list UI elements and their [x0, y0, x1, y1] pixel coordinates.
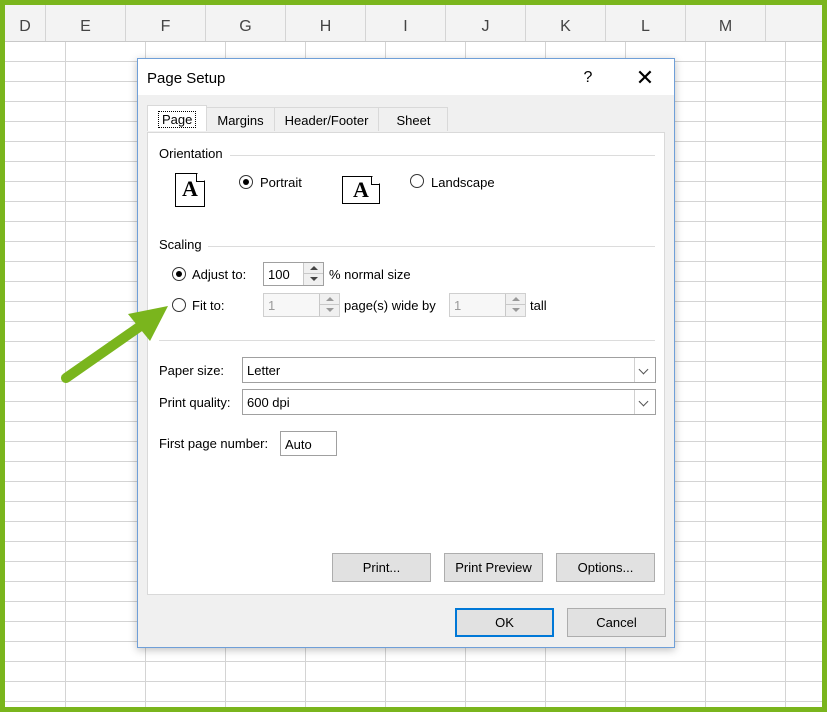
title-bar[interactable]: Page Setup ? ✕	[138, 59, 674, 95]
fit-tall-spin-arrows	[505, 294, 525, 316]
options-button[interactable]: Options...	[556, 553, 655, 582]
tab-margins[interactable]: Margins	[206, 107, 275, 131]
scaling-group-label: Scaling	[159, 237, 202, 252]
landscape-label[interactable]: Landscape	[431, 175, 495, 190]
scaling-bottom-divider	[159, 340, 655, 341]
tall-label: tall	[530, 298, 547, 313]
portrait-radio[interactable]	[239, 175, 253, 189]
chevron-down-icon[interactable]	[634, 390, 655, 414]
column-header-g[interactable]: G	[206, 5, 286, 41]
portrait-page-icon: A	[175, 173, 205, 207]
orientation-group-label: Orientation	[159, 146, 223, 161]
print-preview-button[interactable]: Print Preview	[444, 553, 543, 582]
spin-down-icon[interactable]	[304, 274, 323, 285]
dialog-title: Page Setup	[147, 70, 226, 87]
column-headers: D E F G H I J K L M	[5, 5, 822, 42]
adjust-to-spin-arrows	[303, 263, 323, 285]
tab-sheet[interactable]: Sheet	[378, 107, 449, 131]
first-page-number-input[interactable]: Auto	[280, 431, 337, 456]
pages-wide-by-label: page(s) wide by	[344, 298, 436, 313]
column-header-l[interactable]: L	[606, 5, 686, 41]
print-quality-label: Print quality:	[159, 395, 231, 410]
first-page-number-value: Auto	[285, 437, 312, 452]
adjust-to-radio[interactable]	[172, 267, 186, 281]
tab-page-label: Page	[158, 111, 197, 128]
paper-size-dropdown[interactable]: Letter	[242, 357, 656, 383]
fit-tall-value: 1	[454, 298, 462, 313]
column-header-j[interactable]: J	[446, 5, 526, 41]
adjust-to-spinner[interactable]: 100	[263, 262, 324, 286]
fit-to-label[interactable]: Fit to:	[192, 298, 225, 313]
fit-tall-spinner[interactable]: 1	[449, 293, 526, 317]
column-header-m[interactable]: M	[686, 5, 766, 41]
column-header-i[interactable]: I	[366, 5, 446, 41]
tab-page[interactable]: Page	[147, 105, 208, 131]
fit-to-radio[interactable]	[172, 298, 186, 312]
paper-size-value: Letter	[247, 363, 281, 378]
fit-wide-spinner[interactable]: 1	[263, 293, 340, 317]
landscape-radio[interactable]	[410, 174, 424, 188]
column-header-f[interactable]: F	[126, 5, 206, 41]
orientation-divider	[230, 155, 655, 156]
portrait-label[interactable]: Portrait	[260, 175, 302, 190]
fit-wide-value: 1	[268, 298, 276, 313]
column-header-n[interactable]	[766, 5, 822, 41]
cancel-button[interactable]: Cancel	[567, 608, 666, 637]
scaling-divider	[208, 246, 655, 247]
fit-wide-spin-arrows	[319, 294, 339, 316]
spin-up-icon[interactable]	[304, 263, 323, 274]
help-button[interactable]: ?	[576, 67, 600, 89]
page-tab-panel: Orientation A Portrait A Landscape Scali…	[147, 132, 665, 595]
paper-size-label: Paper size:	[159, 363, 225, 378]
landscape-label-text: Landscape	[431, 175, 495, 190]
spin-down-icon[interactable]	[506, 305, 525, 316]
adjust-to-value: 100	[268, 267, 290, 282]
close-button[interactable]: ✕	[632, 65, 658, 91]
print-quality-value: 600 dpi	[247, 395, 290, 410]
tab-strip: Page Margins Header/Footer Sheet	[147, 105, 449, 132]
chevron-down-icon[interactable]	[634, 358, 655, 382]
column-header-h[interactable]: H	[286, 5, 366, 41]
column-header-k[interactable]: K	[526, 5, 606, 41]
tab-header-footer[interactable]: Header/Footer	[273, 107, 380, 131]
column-header-d[interactable]: D	[5, 5, 46, 41]
ok-button[interactable]: OK	[455, 608, 554, 637]
page-setup-dialog: Page Setup ? ✕ Page Margins Header/Foote…	[137, 58, 675, 648]
print-button[interactable]: Print...	[332, 553, 431, 582]
spin-down-icon[interactable]	[320, 305, 339, 316]
adjust-to-label[interactable]: Adjust to:	[192, 267, 246, 282]
spin-up-icon[interactable]	[320, 294, 339, 305]
column-header-e[interactable]: E	[46, 5, 126, 41]
normal-size-label: % normal size	[329, 267, 411, 282]
print-quality-dropdown[interactable]: 600 dpi	[242, 389, 656, 415]
portrait-label-text: Portrait	[260, 175, 302, 190]
first-page-number-label: First page number:	[159, 436, 269, 451]
landscape-page-icon: A	[342, 176, 380, 204]
spin-up-icon[interactable]	[506, 294, 525, 305]
